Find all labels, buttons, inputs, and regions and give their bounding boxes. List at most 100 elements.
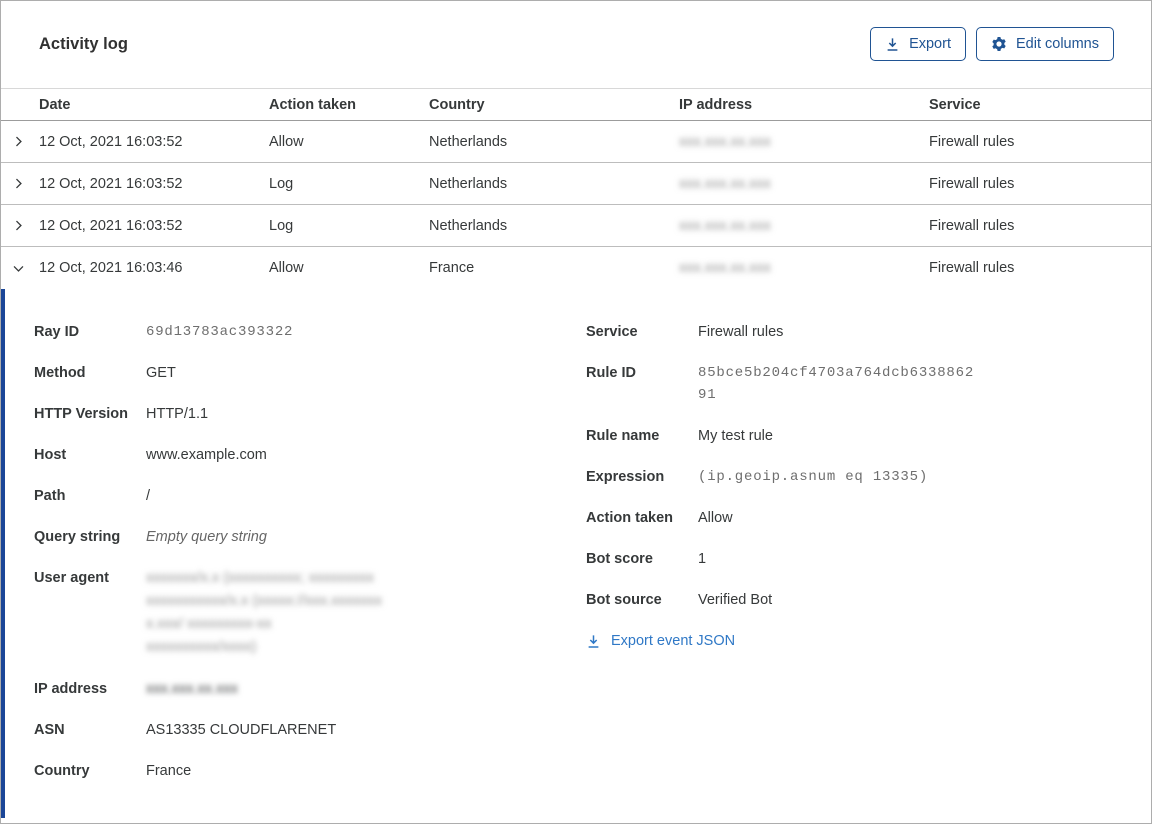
row-expand-toggle[interactable] (1, 121, 39, 162)
cell-country: Netherlands (429, 175, 508, 192)
table-row[interactable]: 12 Oct, 2021 16:03:52 Log Netherlands xxx.x… (1, 163, 1151, 205)
activity-log-panel: Activity log Export Edit columns Date Act… (0, 0, 1152, 824)
cell-service: Firewall rules (929, 217, 1015, 234)
field-label: Method (34, 365, 86, 381)
column-header-date: Date (39, 96, 71, 113)
column-header-service: Service (929, 96, 981, 113)
detail-field-http-version: HTTP Version HTTP/1.1 (34, 403, 586, 425)
cell-country: France (429, 260, 475, 276)
field-label: Host (34, 447, 67, 463)
field-value: 69d13783ac393322 (146, 324, 294, 340)
field-value: Verified Bot (698, 592, 773, 608)
cell-ip-address: xxx.xxx.xx.xxx (679, 134, 929, 150)
field-value: GET (146, 365, 176, 381)
field-value: Firewall rules (698, 324, 784, 340)
redacted-user-agent-line: xxxxxxxxxxx/x.x (xxxxx://xxx.xxxxxxx (146, 593, 383, 609)
field-label: Path (34, 488, 66, 504)
redacted-user-agent-line: xxxxxxx/x.x (xxxxxxxxxx; xxxxxxxxx (146, 570, 374, 586)
detail-field-rule-name: Rule name My test rule (586, 425, 1151, 447)
field-label: Ray ID (34, 324, 80, 340)
cell-country: Netherlands (429, 133, 508, 150)
detail-field-host: Host www.example.com (34, 444, 586, 466)
detail-field-bot-source: Bot source Verified Bot (586, 589, 1151, 611)
field-label: Rule ID (586, 365, 636, 381)
field-label: Rule name (586, 428, 660, 444)
field-value: (ip.geoip.asnum eq 13335) (698, 469, 929, 485)
field-label: User agent (34, 570, 109, 586)
cell-service: Firewall rules (929, 175, 1015, 192)
field-value: xxxxxxx/x.x (xxxxxxxxxx; xxxxxxxxx xxxxxx… (146, 567, 382, 659)
field-label: HTTP Version (34, 406, 129, 422)
event-detail-panel: Ray ID 69d13783ac393322 Method GET HTTP Vers… (1, 289, 1151, 823)
cell-date: 12 Oct, 2021 16:03:52 (39, 217, 183, 234)
cell-date: 12 Oct, 2021 16:03:52 (39, 133, 183, 150)
activity-table: Date Action taken Country IP address Service… (1, 88, 1151, 289)
export-event-json-link[interactable]: Export event JSON (586, 633, 735, 649)
detail-field-user-agent: User agent xxxxxxx/x.x (xxxxxxxxxx; xxxxx… (34, 567, 586, 659)
export-button[interactable]: Export (870, 27, 966, 61)
table-body: 12 Oct, 2021 16:03:52 Allow Netherlands xxx… (1, 121, 1151, 289)
field-value: Allow (698, 510, 733, 526)
table-header-row: Date Action taken Country IP address Service (1, 88, 1151, 121)
field-value: France (146, 763, 192, 779)
page-title: Activity log (39, 34, 128, 53)
cell-date: 12 Oct, 2021 16:03:46 (39, 260, 183, 276)
field-label: ASN (34, 722, 65, 738)
chevron-right-icon (12, 135, 25, 148)
detail-accent-bar (1, 289, 5, 818)
redacted-ip: xxx.xxx.xx.xxx (679, 260, 771, 276)
detail-field-path: Path / (34, 485, 586, 507)
cell-date: 12 Oct, 2021 16:03:52 (39, 175, 183, 192)
detail-field-asn: ASN AS13335 CLOUDFLARENET (34, 719, 586, 741)
detail-right-column: Service Firewall rules Rule ID 85bce5b204cf… (586, 321, 1151, 654)
panel-header: Activity log Export Edit columns (1, 1, 1151, 61)
detail-field-action-taken: Action taken Allow (586, 507, 1151, 529)
download-icon (586, 634, 601, 649)
field-value: www.example.com (146, 447, 267, 463)
detail-field-rule-id: Rule ID 85bce5b204cf4703a764dcb633886291 (586, 362, 1151, 406)
row-expand-toggle[interactable] (1, 247, 39, 289)
detail-field-ray-id: Ray ID 69d13783ac393322 (34, 321, 586, 343)
chevron-right-icon (12, 219, 25, 232)
detail-field-service: Service Firewall rules (586, 321, 1151, 343)
cell-service: Firewall rules (929, 260, 1015, 276)
field-value: / (146, 488, 151, 504)
detail-left-column: Ray ID 69d13783ac393322 Method GET HTTP Vers… (1, 321, 586, 801)
cell-ip-address: xxx.xxx.xx.xxx (679, 218, 929, 234)
field-value: xxx.xxx.xx.xxx (146, 681, 238, 697)
field-label: Country (34, 763, 90, 779)
cell-action-taken: Allow (269, 133, 304, 150)
cell-action-taken: Log (269, 175, 294, 192)
cell-action-taken: Allow (269, 260, 304, 276)
row-expand-toggle[interactable] (1, 163, 39, 204)
field-label: Action taken (586, 510, 674, 526)
redacted-user-agent-line: x.xxx/ xxxxxxxxx-xx (146, 616, 272, 632)
field-label: Expression (586, 469, 665, 485)
download-icon (885, 37, 900, 52)
field-label: Query string (34, 529, 121, 545)
export-event-json-label: Export event JSON (611, 633, 736, 649)
field-value: HTTP/1.1 (146, 406, 209, 422)
detail-field-ip-address: IP address xxx.xxx.xx.xxx (34, 678, 586, 700)
column-header-country: Country (429, 96, 485, 113)
chevron-right-icon (12, 177, 25, 190)
edit-columns-button[interactable]: Edit columns (975, 27, 1114, 61)
cell-country: Netherlands (429, 217, 508, 234)
column-header-ip-address: IP address (679, 96, 753, 113)
field-label: Service (586, 324, 638, 340)
cell-service: Firewall rules (929, 133, 1015, 150)
export-button-label: Export (909, 36, 951, 52)
column-header-action-taken: Action taken (269, 96, 357, 113)
cell-action-taken: Log (269, 217, 294, 234)
row-expand-toggle[interactable] (1, 205, 39, 246)
field-label: IP address (34, 681, 108, 697)
detail-field-bot-score: Bot score 1 (586, 548, 1151, 570)
chevron-down-icon (12, 262, 25, 275)
table-row[interactable]: 12 Oct, 2021 16:03:52 Log Netherlands xxx.x… (1, 205, 1151, 247)
redacted-ip: xxx.xxx.xx.xxx (679, 133, 771, 150)
field-value: 85bce5b204cf4703a764dcb633886291 (698, 365, 975, 403)
edit-columns-label: Edit columns (1015, 36, 1099, 52)
toolbar: Export Edit columns (870, 27, 1114, 61)
table-row[interactable]: 12 Oct, 2021 16:03:46 Allow France xxx.xxx.… (1, 247, 1151, 289)
table-row[interactable]: 12 Oct, 2021 16:03:52 Allow Netherlands xxx… (1, 121, 1151, 163)
